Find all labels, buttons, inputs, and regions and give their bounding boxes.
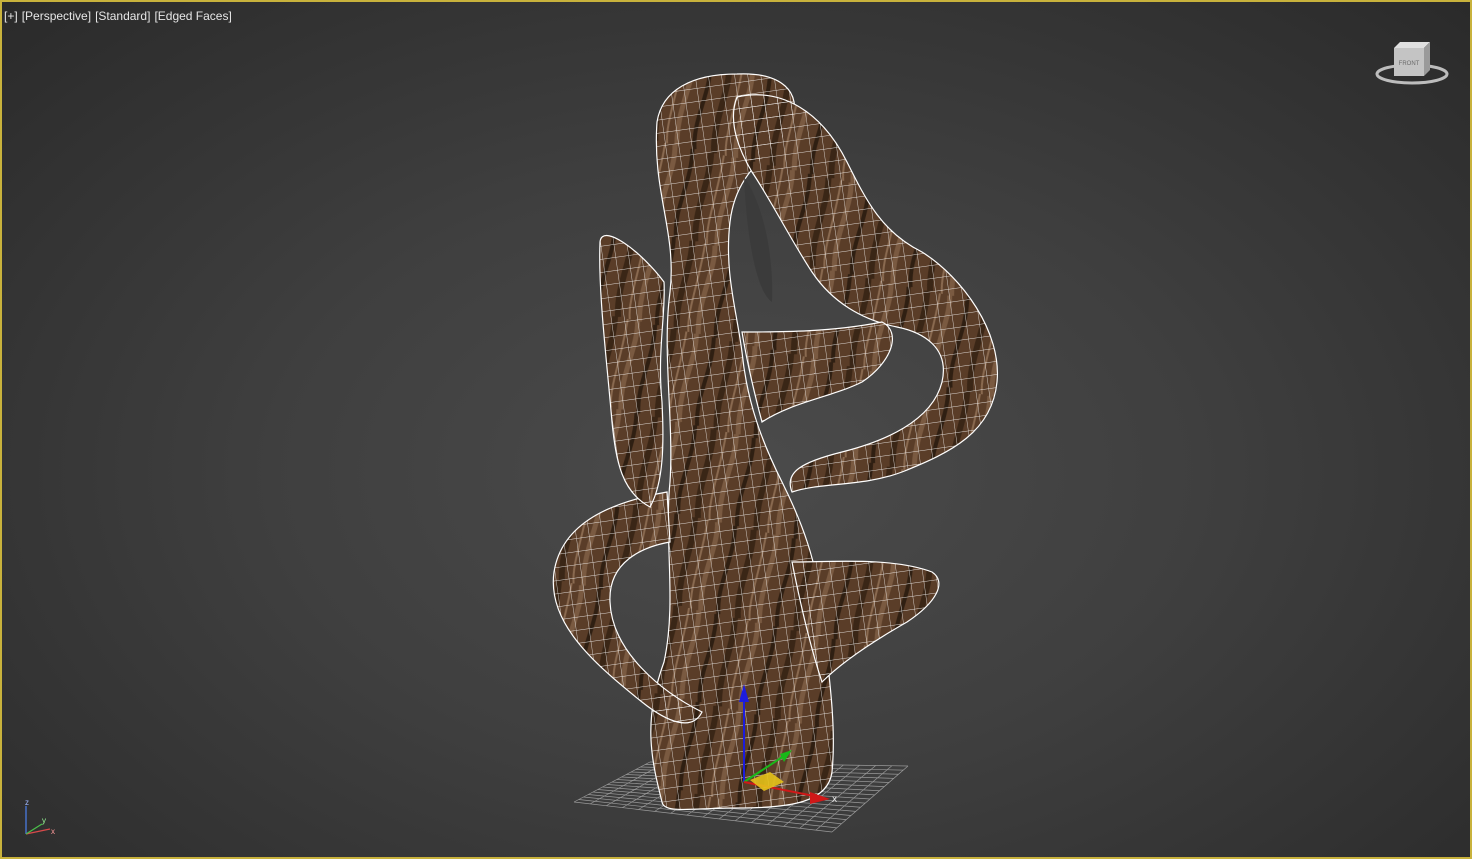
tripod-z-label: z (25, 798, 29, 807)
viewcube-right-face[interactable] (1424, 42, 1430, 76)
scene-render[interactable]: x (2, 2, 1470, 857)
grid-line (831, 765, 909, 833)
viewcube-face-label: FRONT (1399, 61, 1420, 67)
viewcube-icon[interactable]: FRONT (1374, 38, 1452, 92)
wood-sculpture-mesh[interactable] (552, 73, 998, 811)
gizmo-x-label: x (832, 794, 837, 805)
axis-tripod-icon: z x y (25, 798, 55, 836)
viewcube-top-face[interactable] (1394, 42, 1430, 48)
perspective-viewport[interactable]: [+] [Perspective] [Standard] [Edged Faces] (0, 0, 1472, 859)
tripod-x-label: x (51, 827, 55, 836)
tripod-y-label: y (42, 816, 46, 825)
gizmo-x-arrow[interactable] (810, 792, 830, 804)
